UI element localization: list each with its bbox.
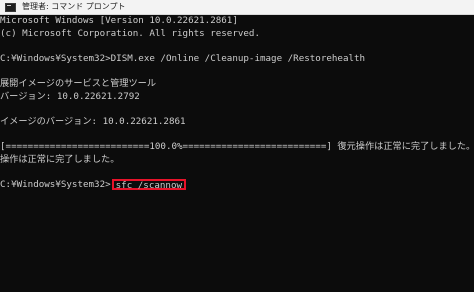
console-line: バージョン: 10.0.22621.2792 [0,90,140,102]
console-output[interactable]: Microsoft Windows [Version 10.0.22621.28… [0,15,474,292]
cmd-icon [5,2,16,12]
command-prompt-window: 管理者: コマンド プロンプト Microsoft Windows [Versi… [0,0,474,292]
window-title: 管理者: コマンド プロンプト [22,2,126,11]
console-line: Microsoft Windows [Version 10.0.22621.28… [0,15,238,26]
console-line: C:¥Windows¥System32>DISM.exe /Online /Cl… [0,52,366,64]
console-line: [==========================100.0%=======… [0,140,474,152]
console-line: 展開イメージのサービスと管理ツール [0,77,157,89]
current-prompt-line[interactable]: C:¥Windows¥System32> sfc /scannow [0,178,474,192]
title-bar[interactable]: 管理者: コマンド プロンプト [0,0,474,15]
console-line: イメージのバージョン: 10.0.22621.2861 [0,115,186,127]
console-line: 操作は正常に完了しました。 [0,153,120,165]
console-line: (c) Microsoft Corporation. All rights re… [0,27,260,39]
highlighted-command[interactable]: sfc /scannow [111,178,187,190]
prompt-path: C:¥Windows¥System32> [0,178,111,190]
